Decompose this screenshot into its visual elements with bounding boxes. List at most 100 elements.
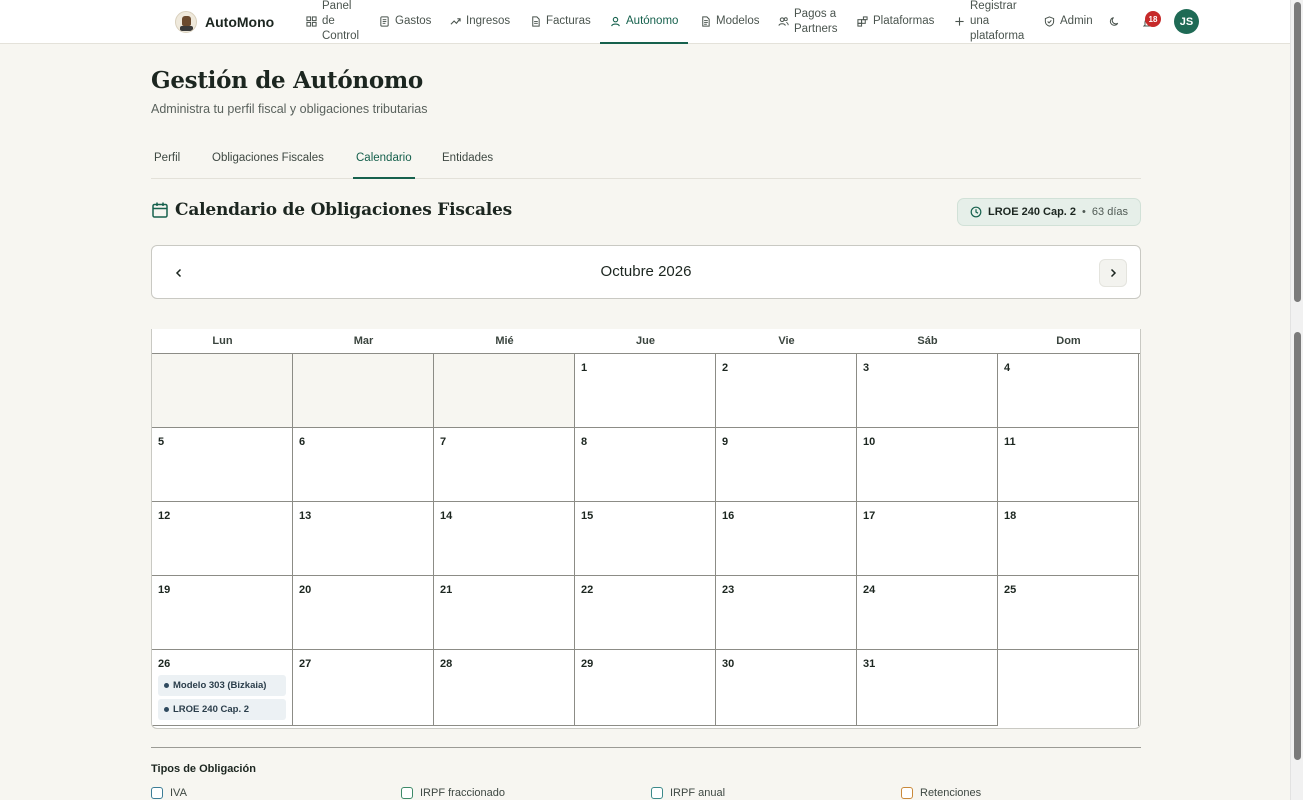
nav-item-modelos[interactable]: Modelos: [700, 0, 759, 43]
legend-label: IRPF anual: [670, 787, 726, 799]
legend-checkbox[interactable]: [651, 787, 663, 799]
legend-label: IRPF fraccionado: [420, 787, 505, 799]
day-number: 15: [581, 510, 594, 522]
calendar-day-cell[interactable]: 18: [998, 502, 1139, 576]
day-number: 7: [440, 436, 447, 448]
calendar-day-cell[interactable]: 31: [857, 650, 998, 726]
scrollbar-thumb-lower[interactable]: [1294, 332, 1301, 760]
nav-item-ingresos[interactable]: Ingresos: [450, 0, 510, 43]
theme-toggle-button[interactable]: [1109, 0, 1120, 43]
day-number: 25: [1004, 584, 1017, 596]
day-number: 16: [722, 510, 735, 522]
calendar-day-cell[interactable]: 21: [434, 576, 575, 650]
calendar-day-cell[interactable]: 22: [575, 576, 716, 650]
calendar-day-cell[interactable]: 29: [575, 650, 716, 726]
nav-label-facturas: Facturas: [546, 15, 591, 27]
legend-checkbox[interactable]: [151, 787, 163, 799]
legend-item-irpf-fraccionado[interactable]: IRPF fraccionado: [401, 787, 505, 799]
day-number: 6: [299, 436, 306, 448]
page-scrollbar[interactable]: [1290, 0, 1303, 800]
next-deadline-badge[interactable]: LROE 240 Cap. 2 • 63 días: [957, 198, 1141, 226]
nav-label-gastos: Gastos: [395, 15, 432, 27]
nav-label-autonomo: Autónomo: [626, 15, 679, 27]
day-number: 11: [1004, 436, 1016, 448]
legend-item-retenciones[interactable]: Retenciones: [901, 787, 981, 799]
nav-item-facturas[interactable]: Facturas: [530, 0, 591, 43]
clock-icon: [970, 206, 982, 218]
calendar-day-cell[interactable]: 28: [434, 650, 575, 726]
nav-item-autonomo[interactable]: Autónomo: [600, 0, 689, 44]
calendar-day-cell[interactable]: 9: [716, 428, 857, 502]
calendar-day-cell[interactable]: 10: [857, 428, 998, 502]
calendar-day-cell[interactable]: 12: [152, 502, 293, 576]
calendar-day-cell[interactable]: 24: [857, 576, 998, 650]
calendar-day-cell[interactable]: 30: [716, 650, 857, 726]
calendar-day-cell[interactable]: 23: [716, 576, 857, 650]
legend-label: IVA: [170, 787, 187, 799]
calendar-event[interactable]: LROE 240 Cap. 2: [158, 699, 286, 720]
notification-badge[interactable]: 18: [1145, 11, 1161, 27]
calendar-day-cell[interactable]: 14: [434, 502, 575, 576]
weekday-header: Mar: [353, 335, 374, 347]
tab-obligaciones-fiscales[interactable]: Obligaciones Fiscales: [212, 138, 324, 178]
nav-item-gastos[interactable]: Gastos: [379, 0, 431, 43]
legend-item-irpf-anual[interactable]: IRPF anual: [651, 787, 725, 799]
scrollbar-thumb[interactable]: [1294, 2, 1301, 302]
nav-item-registrar-una-plataforma[interactable]: Registrar una plataforma: [954, 0, 1024, 43]
calendar-day-cell[interactable]: 20: [293, 576, 434, 650]
file-icon: [532, 16, 540, 27]
weekday-header: Lun: [212, 335, 233, 347]
calendar-icon: [152, 202, 168, 218]
calendar-day-cell[interactable]: 25: [998, 576, 1139, 650]
day-number: 31: [863, 658, 876, 670]
nav-item-panel-de-control[interactable]: Panel de Control: [306, 0, 359, 43]
day-number: 10: [863, 436, 876, 448]
nav-item-pagos-a-partners[interactable]: Pagos a Partners: [778, 0, 837, 43]
day-number: 18: [1004, 510, 1017, 522]
next-month-button[interactable]: [1099, 259, 1127, 287]
users-icon: [778, 17, 789, 26]
tab-perfil[interactable]: Perfil: [154, 138, 180, 178]
calendar-day-cell[interactable]: 7: [434, 428, 575, 502]
day-number: 14: [440, 510, 453, 522]
calendar-day-cell[interactable]: 16: [716, 502, 857, 576]
chevron-right-icon: [1110, 268, 1117, 278]
next-deadline-separator: •: [1082, 206, 1086, 218]
calendar-day-cell[interactable]: 11: [998, 428, 1139, 502]
day-number: 8: [581, 436, 588, 448]
page-title: Gestión de Autónomo: [151, 67, 423, 94]
event-dot-icon: [164, 683, 169, 688]
blocks-icon: [857, 16, 868, 27]
legend-checkbox[interactable]: [401, 787, 413, 799]
calendar-day-cell[interactable]: 19: [152, 576, 293, 650]
calendar-day-cell[interactable]: 26 Modelo 303 (Bizkaia) LROE 240 Cap. 2: [152, 650, 293, 726]
brand[interactable]: AutoMono: [175, 9, 274, 35]
calendar-day-cell[interactable]: 8: [575, 428, 716, 502]
legend-checkbox[interactable]: [901, 787, 913, 799]
legend-item-iva[interactable]: IVA: [151, 787, 187, 799]
calendar-day-cell[interactable]: 1: [575, 354, 716, 428]
nav-item-plataformas[interactable]: Plataformas: [857, 0, 934, 43]
weekday-header: Jue: [636, 335, 655, 347]
avatar[interactable]: JS: [1174, 9, 1199, 34]
calendar-day-cell[interactable]: 3: [857, 354, 998, 428]
calendar-day-cell[interactable]: 15: [575, 502, 716, 576]
calendar-day-cell[interactable]: 5: [152, 428, 293, 502]
day-number: 13: [299, 510, 312, 522]
calendar-day-empty: [998, 650, 1139, 726]
calendar-day-cell[interactable]: 2: [716, 354, 857, 428]
calendar-day-cell[interactable]: 4: [998, 354, 1139, 428]
day-number: 19: [158, 584, 171, 596]
day-number: 21: [440, 584, 453, 596]
calendar-day-cell[interactable]: 27: [293, 650, 434, 726]
tab-entidades[interactable]: Entidades: [442, 138, 493, 178]
calendar-day-cell[interactable]: 13: [293, 502, 434, 576]
nav-item-admin[interactable]: Admin: [1044, 0, 1093, 43]
day-number: 12: [158, 510, 171, 522]
calendar-event[interactable]: Modelo 303 (Bizkaia): [158, 675, 286, 696]
nav-label-panel-de-control: Panel de Control: [322, 0, 360, 42]
calendar-day-cell[interactable]: 6: [293, 428, 434, 502]
calendar-day-cell[interactable]: 17: [857, 502, 998, 576]
tab-calendario[interactable]: Calendario: [353, 138, 415, 179]
brand-logo-icon: [175, 11, 197, 33]
